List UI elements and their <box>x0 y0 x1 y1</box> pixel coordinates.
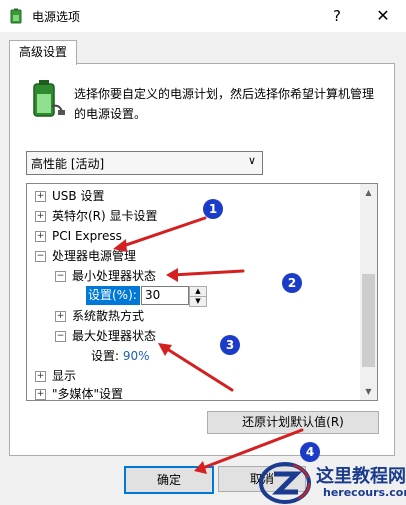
collapse-minus-icon[interactable]: − <box>55 331 66 342</box>
window-title: 电源选项 <box>32 10 81 24</box>
chevron-down-icon: ∨ <box>247 154 256 167</box>
tree-item-pci-express[interactable]: + PCI Express <box>35 227 122 245</box>
tree-item-usb[interactable]: + USB 设置 <box>35 187 104 205</box>
scroll-down-arrow-icon[interactable]: ▼ <box>360 383 377 400</box>
collapse-minus-icon[interactable]: − <box>55 271 66 282</box>
tree-item-max-cpu-state[interactable]: − 最大处理器状态 <box>55 327 156 345</box>
help-button[interactable]: ? <box>314 0 360 32</box>
expand-plus-icon[interactable]: + <box>35 389 46 400</box>
step-marker-1: 1 <box>203 199 223 219</box>
tab-advanced-settings[interactable]: 高级设置 <box>9 40 77 65</box>
title-bar: 电源选项 ? ✕ <box>0 0 406 32</box>
power-options-icon <box>10 8 22 24</box>
min-cpu-percent-input[interactable]: 30 <box>141 286 189 305</box>
tree-item-system-cooling[interactable]: + 系统散热方式 <box>55 307 144 325</box>
tree-scrollbar[interactable]: ▲ ▼ <box>360 184 377 400</box>
min-cpu-percent-value: 30 <box>145 288 161 302</box>
step-marker-3: 3 <box>220 335 240 355</box>
min-setting-label: 设置(%): <box>86 286 140 305</box>
max-cpu-setting[interactable]: 设置: 90% <box>91 347 150 365</box>
spin-down-arrow-icon[interactable]: ▼ <box>190 296 206 306</box>
watermark-url: herecours.com <box>323 486 406 499</box>
expand-plus-icon[interactable]: + <box>35 231 46 242</box>
restore-defaults-button[interactable]: 还原计划默认值(R) <box>207 411 379 434</box>
watermark-name: 这里教程网 <box>316 466 406 487</box>
expand-plus-icon[interactable]: + <box>35 371 46 382</box>
close-button[interactable]: ✕ <box>360 0 406 32</box>
tree-item-intel-gpu[interactable]: + 英特尔(R) 显卡设置 <box>35 207 158 225</box>
power-plan-select[interactable]: 高性能 [活动] ∨ <box>26 151 263 175</box>
tree-item-cpu-power[interactable]: − 处理器电源管理 <box>35 247 136 265</box>
ok-button[interactable]: 确定 <box>124 466 214 494</box>
step-marker-2: 2 <box>282 273 302 293</box>
expand-plus-icon[interactable]: + <box>35 191 46 202</box>
battery-icon <box>33 80 65 117</box>
expand-plus-icon[interactable]: + <box>55 311 66 322</box>
scroll-up-arrow-icon[interactable]: ▲ <box>360 184 377 201</box>
scrollbar-thumb[interactable] <box>362 274 375 367</box>
power-plan-value: 高性能 [活动] <box>31 157 105 171</box>
step-marker-4: 4 <box>300 442 320 462</box>
min-cpu-spinner[interactable]: ▲ ▼ <box>189 286 207 307</box>
tree-item-display[interactable]: + 显示 <box>35 367 76 385</box>
tree-item-multimedia[interactable]: + "多媒体"设置 <box>35 385 123 400</box>
collapse-minus-icon[interactable]: − <box>35 251 46 262</box>
expand-plus-icon[interactable]: + <box>35 211 46 222</box>
spin-up-arrow-icon[interactable]: ▲ <box>190 287 206 296</box>
max-setting-label: 设置: <box>91 349 120 363</box>
description-text: 选择你要自定义的电源计划，然后选择你希望计算机管理的电源设置。 <box>74 87 375 121</box>
site-logo-icon <box>259 462 311 504</box>
max-setting-value[interactable]: 90% <box>123 349 150 363</box>
tree-item-min-cpu-state[interactable]: − 最小处理器状态 <box>55 267 156 285</box>
